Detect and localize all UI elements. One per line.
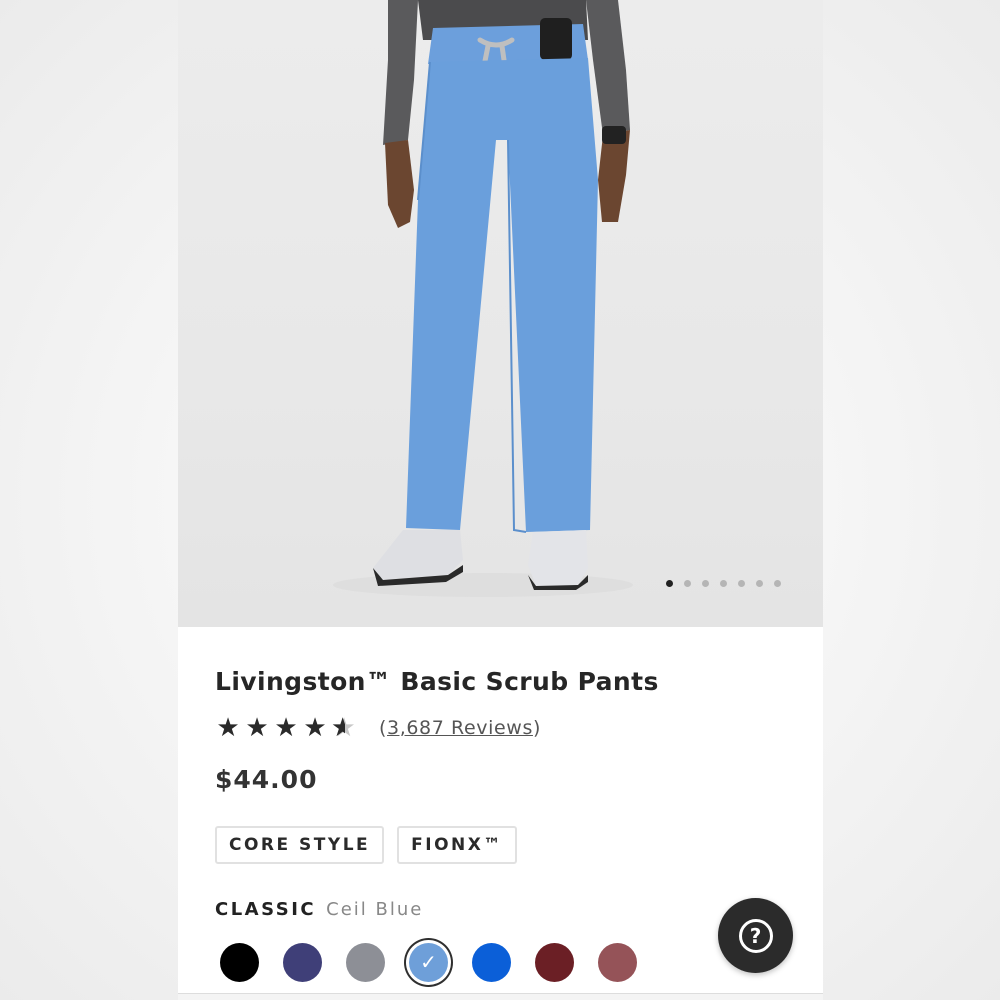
product-photo[interactable] xyxy=(178,0,823,627)
check-icon: ✓ xyxy=(420,950,437,974)
rating-row: ★ ★ ★ ★ ★ (3,687 Reviews) xyxy=(215,715,541,741)
star-icon: ★ xyxy=(216,713,240,743)
half-star-icon: ★ xyxy=(331,715,357,741)
bottom-edge xyxy=(178,993,823,1000)
star-icon: ★ xyxy=(245,713,269,743)
star-rating: ★ ★ ★ ★ ★ xyxy=(215,715,357,741)
tag-core-style[interactable]: CORE STYLE xyxy=(215,826,385,864)
model-illustration xyxy=(333,0,633,597)
star-icon: ★ xyxy=(303,713,327,743)
carousel-dot[interactable] xyxy=(720,580,727,587)
selected-color-name: Ceil Blue xyxy=(326,899,424,920)
reviews-link[interactable]: 3,687 Reviews xyxy=(387,717,533,739)
price: $44.00 xyxy=(215,765,318,794)
reviews-link-wrapper[interactable]: (3,687 Reviews) xyxy=(379,717,541,739)
color-swatches: ✓ xyxy=(220,943,637,982)
carousel-dot[interactable] xyxy=(756,580,763,587)
color-collection: CLASSIC xyxy=(215,899,317,920)
color-swatch[interactable] xyxy=(472,943,511,982)
help-button[interactable]: ? xyxy=(718,898,793,973)
carousel-dot[interactable] xyxy=(684,580,691,587)
star-icon: ★ xyxy=(274,713,298,743)
carousel-dots[interactable] xyxy=(666,580,781,587)
color-swatch[interactable]: ✓ xyxy=(409,943,448,982)
question-mark-icon: ? xyxy=(738,918,773,953)
color-swatch[interactable] xyxy=(346,943,385,982)
product-page: Livingston™ Basic Scrub Pants ★ ★ ★ ★ ★ … xyxy=(178,0,823,1000)
color-swatch[interactable] xyxy=(598,943,637,982)
carousel-dot[interactable] xyxy=(738,580,745,587)
tag-list: CORE STYLE FIONX™ xyxy=(215,826,517,864)
carousel-dot[interactable] xyxy=(702,580,709,587)
color-swatch[interactable] xyxy=(535,943,574,982)
product-title: Livingston™ Basic Scrub Pants xyxy=(215,667,659,696)
carousel-dot[interactable] xyxy=(774,580,781,587)
color-swatch[interactable] xyxy=(220,943,259,982)
carousel-dot[interactable] xyxy=(666,580,673,587)
color-swatch[interactable] xyxy=(283,943,322,982)
color-label: CLASSIC Ceil Blue xyxy=(215,899,423,920)
tag-fionx[interactable]: FIONX™ xyxy=(397,826,517,864)
